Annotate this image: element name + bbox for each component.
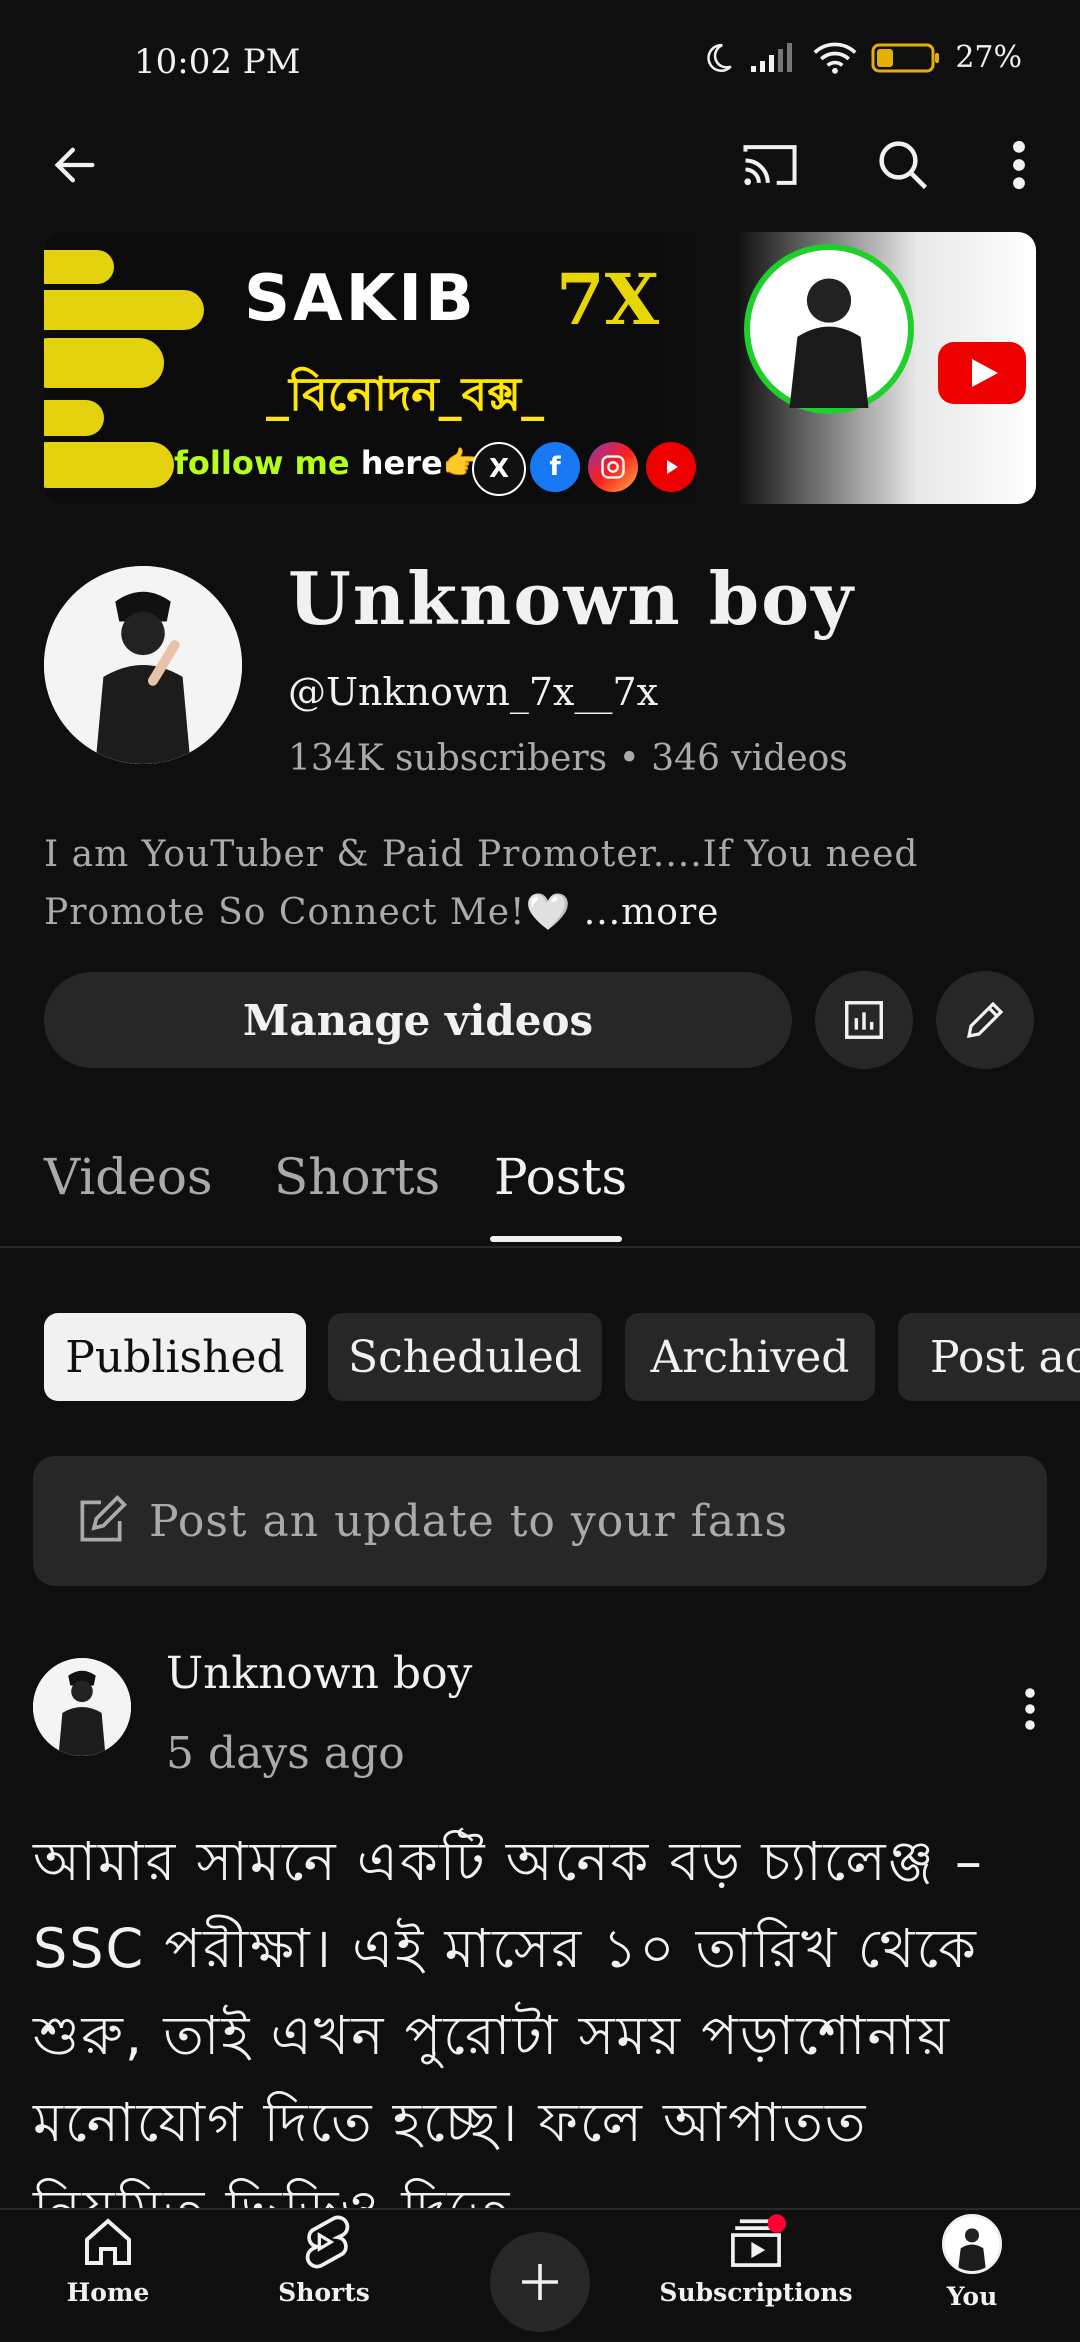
cast-button[interactable] — [735, 130, 805, 200]
banner-follow-text: follow me here👉 — [174, 444, 483, 482]
tab-shorts[interactable]: Shorts — [274, 1148, 440, 1206]
back-button[interactable] — [40, 130, 110, 200]
banner-title: SAKIB — [244, 262, 477, 336]
channel-avatar[interactable] — [44, 566, 242, 764]
search-button[interactable] — [868, 130, 938, 200]
tabs-divider — [0, 1246, 1080, 1248]
nav-home-label: Home — [66, 2278, 150, 2307]
post-author-avatar[interactable] — [33, 1658, 131, 1756]
edit-post-icon — [80, 1495, 127, 1542]
banner-avatar — [744, 244, 914, 414]
youtube-logo-icon — [938, 342, 1026, 404]
description-text: I am YouTuber & Paid Promoter....If You … — [44, 834, 919, 933]
nav-you-label: You — [946, 2282, 998, 2311]
battery-percent: 27% — [955, 40, 1022, 75]
channel-stats: 134K subscribers • 346 videos — [288, 738, 848, 779]
shorts-icon — [305, 2215, 350, 2269]
banner-follow-label: follow me — [174, 444, 350, 482]
channel-description[interactable]: I am YouTuber & Paid Promoter....If You … — [44, 826, 1034, 942]
post-composer[interactable]: Post an update to your fans — [33, 1456, 1047, 1586]
channel-name: Unknown boy — [288, 556, 855, 641]
chip-scheduled[interactable]: Scheduled — [328, 1313, 602, 1401]
search-icon — [879, 141, 928, 190]
status-icons: 27% — [701, 40, 1022, 75]
signal-icon — [751, 42, 793, 72]
more-vertical-icon — [1013, 140, 1025, 190]
avatar — [942, 2214, 1002, 2274]
post-menu-button[interactable] — [1024, 1686, 1036, 1736]
battery-icon — [871, 43, 940, 72]
active-tab-indicator — [490, 1236, 622, 1242]
instagram-icon — [588, 442, 638, 492]
cast-icon — [743, 145, 797, 186]
subscriptions-icon — [731, 2214, 786, 2267]
moon-icon — [707, 43, 733, 72]
analytics-button[interactable] — [815, 971, 913, 1069]
banner-title-suffix: 7X — [556, 258, 660, 341]
edit-channel-button[interactable] — [936, 971, 1034, 1069]
create-button[interactable] — [490, 2232, 590, 2332]
composer-placeholder: Post an update to your fans — [149, 1495, 789, 1547]
chip-post-activity[interactable]: Post activity — [898, 1313, 1080, 1401]
x-icon: X — [472, 442, 526, 496]
chip-archived[interactable]: Archived — [625, 1313, 875, 1401]
banner-bengali-text: _বিনোদন_বক্স_ — [266, 367, 545, 421]
analytics-icon — [845, 1001, 883, 1039]
tab-videos[interactable]: Videos — [44, 1148, 213, 1206]
pencil-icon — [966, 1001, 1004, 1039]
more-vertical-icon — [1025, 1688, 1035, 1730]
post-body-text: আমার সামনে একটি অনেক বড় চ্যালেঞ্জ – SSC… — [33, 1830, 984, 2241]
nav-shorts-label: Shorts — [278, 2278, 370, 2307]
nav-subscriptions-label: Subscriptions — [659, 2278, 853, 2307]
post-author-name[interactable]: Unknown boy — [166, 1648, 472, 1699]
channel-handle: @Unknown_7x__7x — [288, 670, 659, 714]
channel-banner[interactable]: SAKIB 7X _বিনোদন_বক্স_ follow me here👉 X… — [44, 232, 1036, 504]
nav-home[interactable]: Home — [0, 2214, 216, 2307]
more-options-button[interactable] — [984, 130, 1054, 200]
status-time: 10:02 PM — [134, 42, 301, 82]
post-timestamp: 5 days ago — [166, 1728, 405, 1779]
manage-videos-button[interactable]: Manage videos — [44, 972, 792, 1068]
wifi-icon — [813, 42, 857, 74]
nav-shorts[interactable]: Shorts — [216, 2214, 432, 2307]
facebook-icon: f — [530, 442, 580, 492]
home-icon — [85, 2218, 131, 2265]
arrow-left-icon — [54, 147, 95, 183]
plus-icon — [522, 2264, 558, 2300]
youtube-icon — [646, 442, 696, 492]
more-link[interactable]: ...more — [584, 892, 720, 933]
banner-follow-label-2: here👉 — [360, 444, 483, 482]
nav-you[interactable]: You — [864, 2214, 1080, 2311]
nav-subscriptions[interactable]: Subscriptions — [648, 2214, 864, 2307]
chip-published[interactable]: Published — [44, 1313, 306, 1401]
tab-posts[interactable]: Posts — [494, 1148, 627, 1206]
